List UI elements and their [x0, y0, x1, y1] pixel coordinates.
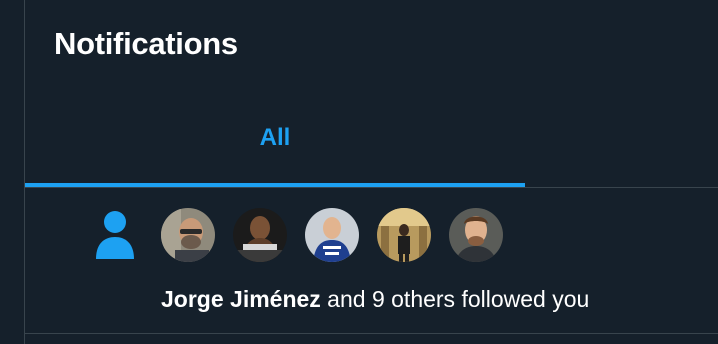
page-title: Notifications: [54, 26, 238, 61]
tab-all-label: All: [259, 124, 291, 151]
tab-all[interactable]: All: [25, 90, 525, 187]
actor-name-link[interactable]: Jorge Jiménez: [161, 286, 321, 312]
active-tab-indicator: [25, 183, 525, 187]
notification-text: Jorge Jiménez and 9 others followed you: [161, 284, 589, 314]
follower-avatar[interactable]: [305, 208, 359, 262]
follower-avatar[interactable]: [161, 208, 215, 262]
notification-message: and 9 others followed you: [320, 286, 590, 312]
follower-avatar[interactable]: [377, 208, 431, 262]
follower-avatar[interactable]: [449, 208, 503, 262]
notifications-column: Notifications All Jorge Jiménez and 9 ot…: [24, 0, 718, 344]
tab-bar: All: [25, 90, 718, 188]
page-header: Notifications: [25, 0, 718, 90]
person-follow-icon: [93, 210, 137, 260]
follower-avatar[interactable]: [233, 208, 287, 262]
follow-notification[interactable]: Jorge Jiménez and 9 others followed you: [25, 188, 718, 334]
